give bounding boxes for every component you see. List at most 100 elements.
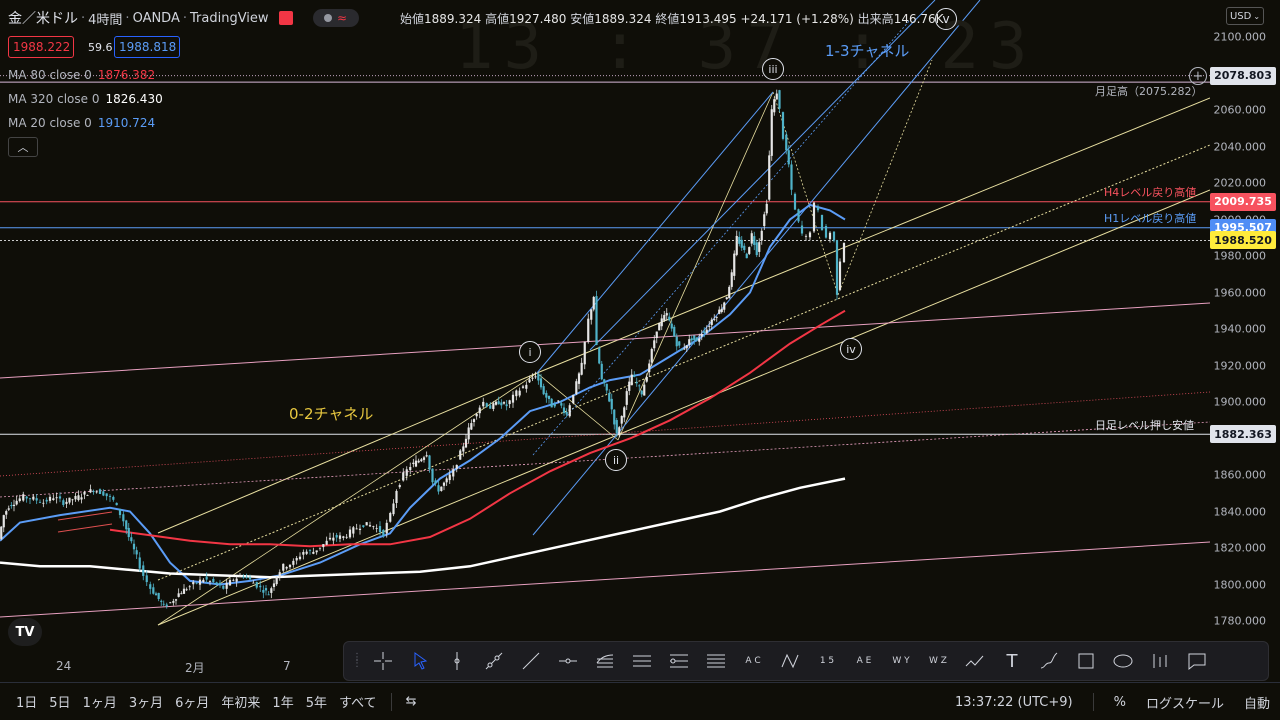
price-label[interactable]: 2009.735 [1210, 192, 1276, 211]
collapse-indicators-button[interactable]: ︿ [8, 137, 38, 157]
drawing-toolbar[interactable]: ⋮ ⋮ A C 1 5 A E W Y W Z T [343, 641, 1269, 681]
xabcd-icon[interactable]: A C [737, 645, 769, 677]
crosshair-icon[interactable] [367, 645, 399, 677]
candle-body [620, 416, 623, 424]
elliott-double-combo-icon[interactable]: W Z [922, 645, 954, 677]
date-range-icon[interactable]: ⇆ [400, 694, 423, 709]
spread-value: 59.6 [88, 40, 113, 54]
wave-label-iv[interactable]: iv [840, 338, 862, 360]
wave-label-iii[interactable]: iii [762, 58, 784, 80]
candle-body [448, 474, 451, 481]
candle-body [15, 500, 18, 505]
timeframe-3m[interactable]: 3ヶ月 [123, 692, 169, 711]
timeframe-6m[interactable]: 6ヶ月 [169, 692, 215, 711]
price-axis[interactable]: 2100.0002080.0002060.0002040.0002020.000… [1210, 0, 1280, 650]
candle-body [618, 427, 621, 436]
price-tick: 1820.000 [1213, 541, 1267, 555]
candle-body [345, 536, 348, 538]
elliott-correction-icon[interactable]: A E [848, 645, 880, 677]
market-status-pill[interactable]: ≈ [312, 9, 359, 27]
tradingview-app: 13 : 37 : 23 金／米ドル · 4時間 · OANDA · Tradi… [0, 0, 1280, 720]
price-label[interactable]: 1882.363 [1210, 425, 1276, 444]
regression-icon[interactable] [663, 645, 695, 677]
trend-line-icon[interactable] [515, 645, 547, 677]
clock-readout[interactable]: 13:37:22 (UTC+9) [955, 695, 1073, 710]
candle-body [511, 394, 515, 403]
symbol-header[interactable]: 金／米ドル · 4時間 · OANDA · TradingView ≈ [8, 8, 359, 28]
sell-price-button[interactable]: 1988.222 [8, 36, 74, 58]
candle-body [625, 391, 628, 405]
candle-body [35, 498, 38, 501]
candle-body [583, 341, 586, 365]
parallel-channel-icon[interactable] [626, 645, 658, 677]
timeframe-1y[interactable]: 1年 [266, 692, 299, 711]
brush-icon[interactable] [1033, 645, 1065, 677]
candle-body [267, 594, 270, 596]
log-scale-toggle[interactable]: ログスケール [1146, 693, 1224, 712]
timeframe-1d[interactable]: 1日 [10, 692, 43, 711]
candle-body [630, 374, 633, 386]
wave-label-i[interactable]: i [519, 341, 541, 363]
candle-body [605, 383, 608, 391]
candle-body [192, 582, 195, 585]
timeframe-1m[interactable]: 1ヶ月 [77, 692, 123, 711]
elliott-triangle-icon[interactable]: W Y [885, 645, 917, 677]
candle-body [743, 245, 746, 250]
price-tick: 2100.000 [1213, 30, 1267, 44]
flag-icon[interactable] [278, 11, 293, 25]
fib-channel-icon[interactable] [700, 645, 732, 677]
candle-body [665, 313, 668, 316]
timeframe-5y[interactable]: 5年 [300, 692, 333, 711]
timeframe-all[interactable]: すべて [333, 692, 383, 711]
candle-body [492, 403, 495, 409]
candle-body [645, 377, 648, 382]
timeframe-5d[interactable]: 5日 [43, 692, 76, 711]
indicator-ma320[interactable]: MA 320 close 0 1826.430 [8, 92, 163, 106]
candle-body [790, 164, 793, 190]
candle-body [428, 455, 431, 470]
auto-scale-toggle[interactable]: 自動 [1244, 693, 1270, 712]
ellipse-icon[interactable] [1107, 645, 1139, 677]
price-label[interactable]: 2078.803 [1210, 66, 1276, 85]
horizontal-ray-icon[interactable] [552, 645, 584, 677]
vertical-line-icon[interactable] [441, 645, 473, 677]
candle-body [835, 240, 839, 295]
rectangle-icon[interactable] [1070, 645, 1102, 677]
percent-toggle[interactable]: % [1114, 695, 1126, 710]
candle-body [613, 409, 616, 425]
indicator-ma80[interactable]: MA 80 close 0 1876.382 [8, 68, 155, 82]
candle-body [409, 466, 412, 471]
symbol-name[interactable]: 金／米ドル [8, 8, 78, 28]
candle-body [259, 585, 262, 588]
candle-body [402, 472, 405, 481]
candle-body [298, 556, 302, 560]
tradingview-logo[interactable]: TV [8, 618, 42, 646]
candle-body [688, 339, 691, 345]
text-icon[interactable]: T [996, 645, 1028, 677]
comment-icon[interactable] [1181, 645, 1213, 677]
cypher-icon[interactable] [774, 645, 806, 677]
add-alert-icon[interactable]: + [1189, 67, 1207, 85]
currency-selector[interactable]: USD ⌄ [1226, 7, 1264, 25]
candle-body [177, 593, 180, 597]
indicator-ma20[interactable]: MA 20 close 0 1910.724 [8, 116, 155, 130]
ray-icon[interactable] [478, 645, 510, 677]
chevron-up-icon: ︿ [17, 141, 29, 154]
path-icon[interactable] [959, 645, 991, 677]
wave-label-ii[interactable]: ii [605, 449, 627, 471]
pitchfork-icon[interactable] [589, 645, 621, 677]
candle-body [603, 379, 606, 384]
timeframe-label[interactable]: 4時間 [88, 9, 122, 28]
chart-canvas[interactable] [0, 0, 1210, 650]
timeframe-ytd[interactable]: 年初来 [215, 692, 266, 711]
price-label[interactable]: 1988.520 [1210, 231, 1276, 250]
wave-label-v[interactable]: v [935, 8, 957, 30]
candle-body [0, 526, 3, 539]
long-position-icon[interactable] [1144, 645, 1176, 677]
drag-handle-icon[interactable]: ⋮ ⋮ [352, 652, 362, 670]
buy-price-button[interactable]: 1988.818 [114, 36, 180, 58]
candle-body [812, 202, 816, 232]
candle-body [425, 455, 428, 457]
elliott-impulse-icon[interactable]: 1 5 [811, 645, 843, 677]
cursor-icon[interactable] [404, 645, 436, 677]
